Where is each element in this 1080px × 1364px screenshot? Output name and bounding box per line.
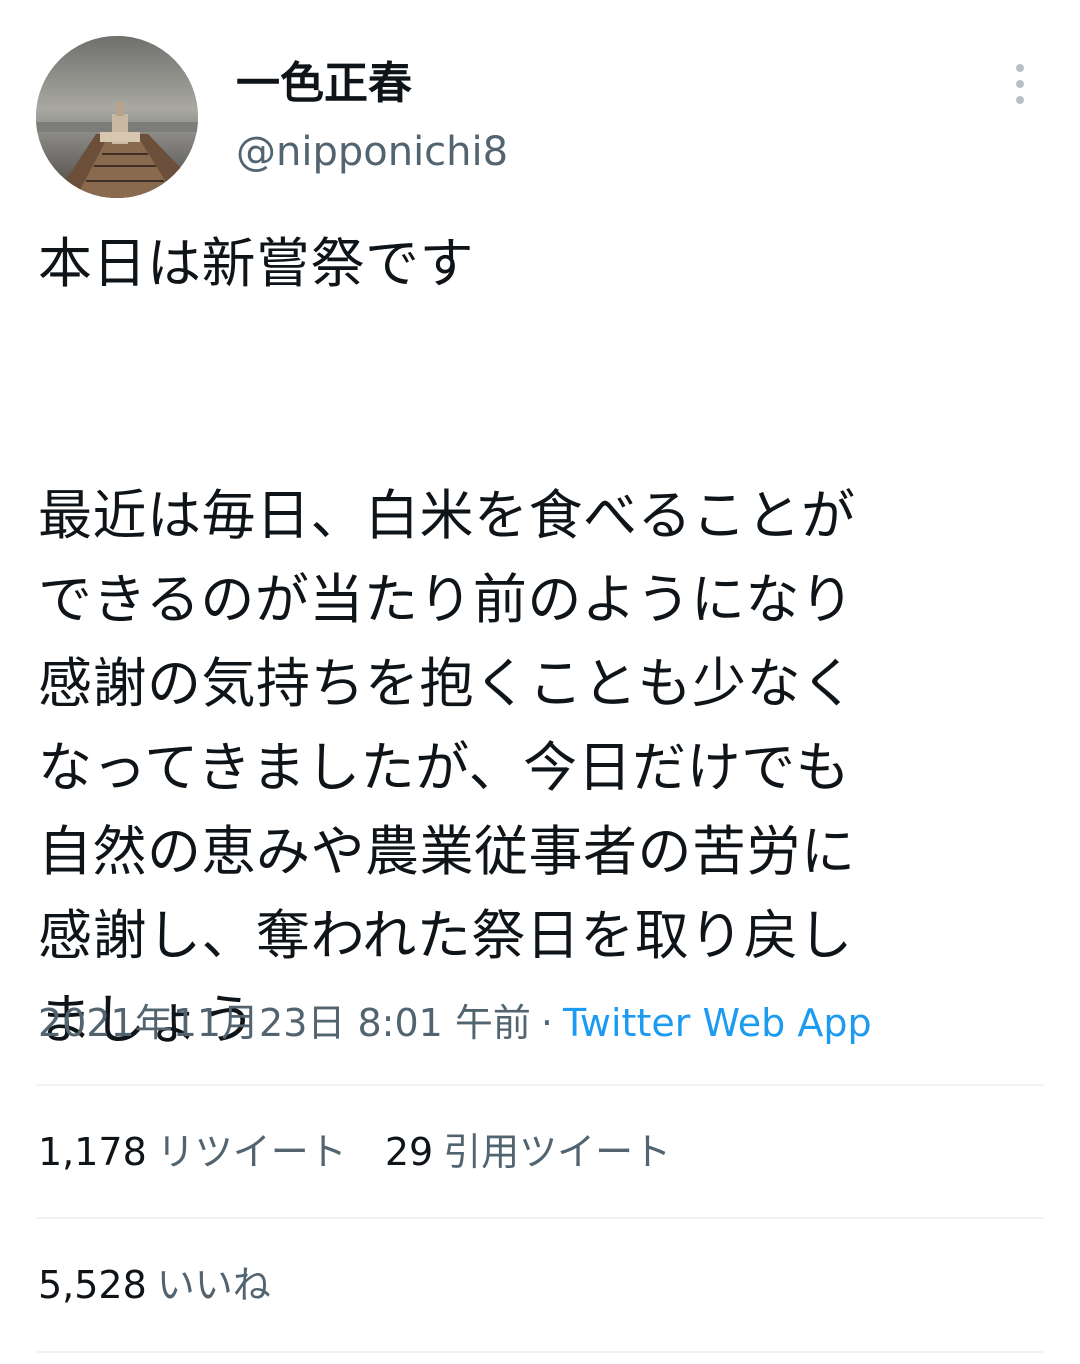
tweet-source-link[interactable]: Twitter Web App [563, 1001, 872, 1045]
tweet-text-line: できるのが当たり前のようになり [38, 568, 855, 631]
avatar-image [36, 36, 198, 198]
likes-stat[interactable]: 5,528 いいね [38, 1260, 271, 1310]
tweet-timestamp[interactable]: 2021年11月23日 8:01 午前 [38, 1001, 531, 1045]
divider [36, 1351, 1044, 1353]
author-display-name[interactable]: 一色正春 [236, 56, 412, 112]
retweets-count: 1,178 [38, 1130, 147, 1174]
likes-count: 5,528 [38, 1263, 147, 1307]
quotes-stat[interactable]: 29 引用ツイート [385, 1127, 671, 1177]
more-options-button[interactable] [994, 58, 1046, 110]
avatar[interactable] [36, 36, 198, 198]
meta-separator: · [540, 1001, 553, 1045]
engagement-stats-row: 1,178 リツイート 29 引用ツイート [38, 1127, 709, 1177]
more-vertical-icon [1016, 64, 1024, 104]
author-handle[interactable]: @nipponichi8 [236, 126, 508, 178]
tweet-meta: 2021年11月23日 8:01 午前 · Twitter Web App [38, 998, 872, 1048]
retweets-stat[interactable]: 1,178 リツイート [38, 1127, 347, 1177]
tweet-text: 本日は新嘗祭です 最近は毎日、白米を食べることが できるのが当たり前のようになり… [38, 222, 1048, 1062]
quotes-count: 29 [384, 1130, 434, 1174]
divider [36, 1217, 1044, 1219]
tweet-text-line: 感謝し、奪われた祭日を取り戻し [38, 904, 853, 967]
tweet-text-line: 本日は新嘗祭です [38, 232, 474, 295]
tweet-text-line: 感謝の気持ちを抱くことも少なく [38, 652, 856, 715]
tweet-detail: 一色正春 @nipponichi8 本日は新嘗祭です 最近は毎日、白米を食べるこ… [0, 0, 1080, 1364]
retweets-label: リツイート [156, 1130, 347, 1174]
likes-label: いいね [156, 1263, 271, 1307]
quotes-label: 引用ツイート [443, 1130, 672, 1174]
divider [36, 1084, 1044, 1086]
tweet-text-line: 自然の恵みや農業従事者の苦労に [38, 820, 856, 883]
likes-stats-row: 5,528 いいね [38, 1260, 309, 1310]
tweet-text-line: なってきましたが、今日だけでも [38, 736, 851, 799]
tweet-text-line: 最近は毎日、白米を食べることが [38, 484, 856, 547]
